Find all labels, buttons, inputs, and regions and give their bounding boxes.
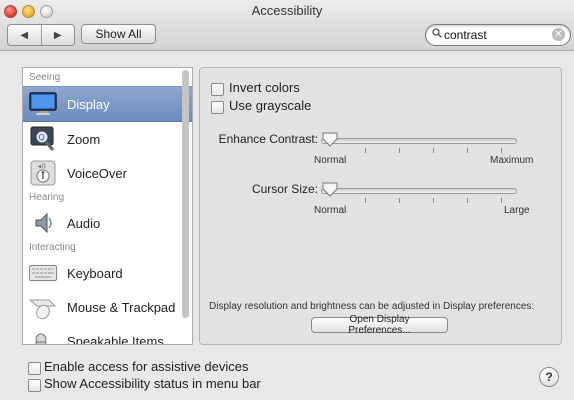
search-field[interactable]: ✕ xyxy=(425,24,571,46)
enhance-contrast-tick xyxy=(365,148,366,153)
sidebar-item-display[interactable]: Display xyxy=(23,86,192,122)
magnifier-icon xyxy=(432,28,442,41)
cursor-size-slider[interactable] xyxy=(321,188,517,194)
back-forward-control: ◀ ▶ xyxy=(7,24,75,46)
sidebar-item-speakable-items[interactable]: Speakable Items xyxy=(23,324,192,345)
group-header-seeing: Seeing xyxy=(29,72,61,83)
enhance-contrast-tick xyxy=(501,148,502,153)
sidebar-item-label: Keyboard xyxy=(67,265,123,281)
cursor-size-tick xyxy=(501,198,502,203)
enhance-contrast-max-label: Maximum xyxy=(490,155,534,166)
sidebar-item-keyboard[interactable]: Keyboard xyxy=(23,256,192,290)
back-button[interactable]: ◀ xyxy=(8,25,41,45)
enhance-contrast-label: Enhance Contrast: xyxy=(218,132,318,146)
cursor-size-tick xyxy=(467,198,468,203)
open-display-preferences-button[interactable]: Open Display Preferences... xyxy=(311,314,448,336)
forward-triangle-icon: ▶ xyxy=(53,29,62,41)
enable-assistive-devices-label[interactable]: Enable access for assistive devices xyxy=(44,359,248,374)
cursor-size-tick xyxy=(433,198,434,203)
keyboard-icon xyxy=(29,259,57,287)
cursor-size-min-label: Normal xyxy=(314,205,347,216)
svg-text:◂)): ◂)) xyxy=(38,163,46,170)
sidebar-item-label: Display xyxy=(67,96,110,112)
cursor-size-label: Cursor Size: xyxy=(251,182,318,196)
invert-colors-checkbox[interactable] xyxy=(211,83,224,96)
enhance-contrast-min-label: Normal xyxy=(314,155,347,166)
show-all-button[interactable]: Show All xyxy=(81,24,156,44)
display-settings-panel: Invert colors Use grayscale Enhance Cont… xyxy=(199,67,562,345)
enhance-contrast-tick xyxy=(433,148,434,153)
audio-speaker-icon xyxy=(29,209,57,237)
sidebar-item-audio[interactable]: Audio xyxy=(23,206,192,240)
zoom-icon: Q xyxy=(29,125,57,153)
voiceover-icon: ◂)) xyxy=(29,159,57,187)
sidebar-scrollbar[interactable] xyxy=(182,70,189,318)
sidebar-item-label: Audio xyxy=(67,215,101,231)
cursor-size-tick xyxy=(365,198,366,203)
category-sidebar: Seeing Display Q Zoom ◂)) VoiceOver Hear… xyxy=(22,67,193,345)
group-header-hearing: Hearing xyxy=(29,192,65,203)
sidebar-item-label: Speakable Items xyxy=(67,333,164,345)
use-grayscale-checkbox[interactable] xyxy=(211,101,224,114)
sidebar-item-label: Mouse & Trackpad xyxy=(67,299,176,315)
use-grayscale-label[interactable]: Use grayscale xyxy=(229,98,311,113)
speakable-items-icon xyxy=(29,327,57,344)
mouse-trackpad-icon xyxy=(29,293,57,321)
sidebar-item-label: VoiceOver xyxy=(67,165,127,181)
display-prefs-note: Display resolution and brightness can be… xyxy=(209,301,535,312)
forward-button[interactable]: ▶ xyxy=(40,25,75,45)
window-toolbar: Accessibility ◀ ▶ Show All ✕ xyxy=(0,0,574,51)
show-accessibility-status-label[interactable]: Show Accessibility status in menu bar xyxy=(44,376,261,391)
enhance-contrast-tick xyxy=(399,148,400,153)
sidebar-item-label: Zoom xyxy=(67,131,101,147)
enhance-contrast-slider[interactable] xyxy=(321,138,517,144)
cursor-size-tick xyxy=(399,198,400,203)
search-input[interactable] xyxy=(444,27,544,42)
display-icon xyxy=(29,90,57,118)
invert-colors-label[interactable]: Invert colors xyxy=(229,80,300,95)
show-accessibility-status-checkbox[interactable] xyxy=(28,379,41,392)
enable-assistive-devices-checkbox[interactable] xyxy=(28,362,41,375)
group-header-interacting: Interacting xyxy=(29,242,76,253)
back-triangle-icon: ◀ xyxy=(20,29,29,41)
enhance-contrast-tick xyxy=(467,148,468,153)
sidebar-item-voiceover[interactable]: ◂)) VoiceOver xyxy=(23,156,192,190)
svg-text:Q: Q xyxy=(39,133,45,142)
cursor-size-max-label: Large xyxy=(504,205,530,216)
sidebar-item-zoom[interactable]: Q Zoom xyxy=(23,122,192,156)
window-title: Accessibility xyxy=(251,3,323,18)
help-button[interactable]: ? xyxy=(539,367,559,387)
clear-x-icon[interactable]: ✕ xyxy=(552,28,565,41)
sidebar-item-mouse-trackpad[interactable]: Mouse & Trackpad xyxy=(23,290,192,324)
